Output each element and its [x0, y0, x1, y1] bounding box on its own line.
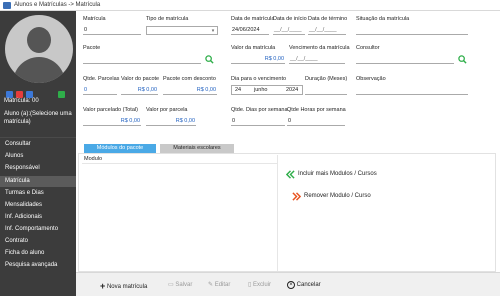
valor-parcela-label: Valor por parcela	[146, 107, 188, 113]
new-matricula-label: Nova matrícula	[106, 284, 148, 290]
pacote-desconto-label: Pacote com desconto	[163, 76, 216, 82]
refresh-icon[interactable]	[58, 91, 65, 98]
sidebar-item-alunos[interactable]: Alunos	[0, 151, 76, 162]
include-modules-button[interactable]: Incluir mais Modulos / Cursos	[298, 171, 377, 177]
pencil-icon: ✎	[208, 282, 214, 288]
double-chevron-left-icon[interactable]	[286, 170, 295, 179]
search-icon[interactable]	[205, 55, 214, 64]
dia-vencimento-picker[interactable]: 24 junho 2024	[231, 85, 303, 95]
sidebar-item-pesquisa[interactable]: Pesquisa avançada	[0, 260, 76, 271]
valor-parcelado-label: Valor parcelado (Total)	[83, 107, 138, 113]
avatar-body	[13, 57, 65, 83]
pacote-label: Pacote	[83, 45, 101, 51]
avatar[interactable]	[5, 15, 73, 83]
vencimento-month: junho	[254, 87, 268, 93]
app-icon	[3, 2, 11, 9]
valor-matricula-label: Valor da matrícula	[231, 45, 276, 51]
consultor-label: Consultor	[356, 45, 380, 51]
situacao-field[interactable]	[356, 26, 468, 35]
qtde-dias-field[interactable]: 0	[231, 117, 285, 126]
modules-list[interactable]: Modulo	[82, 155, 278, 271]
valor-parcelado-field[interactable]: R$ 0,00	[83, 117, 141, 126]
data-inicio-field[interactable]: __/__/____	[273, 26, 305, 35]
modulo-column-header: Modulo	[84, 156, 103, 162]
sidebar-item-inf-adicionais[interactable]: Inf. Adicionais	[0, 212, 76, 223]
duracao-label: Duração (Meses)	[305, 76, 348, 82]
edit-label: Editar	[214, 282, 231, 288]
duracao-field[interactable]	[305, 86, 347, 95]
valor-parcela-field[interactable]: R$ 0,00	[146, 117, 196, 126]
cancel-icon: ×	[287, 281, 295, 289]
tipo-select[interactable]: ▾	[146, 26, 218, 35]
sidebar-item-consultar[interactable]: Consultar	[0, 139, 76, 150]
vencimento-year: 2024	[286, 87, 299, 93]
data-matricula-label: Data de matrícula	[231, 16, 275, 22]
dia-vencimento-label: Dia para o vencimento	[231, 76, 287, 82]
nav-divider	[0, 137, 76, 138]
title-bar: Alunos e Matrículas -> Matrícula	[0, 0, 500, 11]
save-label: Salvar	[175, 282, 193, 288]
situacao-label: Situação da matrícula	[356, 16, 410, 22]
chevron-down-icon: ▾	[211, 28, 215, 34]
trash-icon: ▯	[248, 282, 252, 288]
sidebar-item-turmas[interactable]: Turmas e Dias	[0, 188, 76, 199]
matricula-field[interactable]: 0	[83, 26, 141, 35]
window-title: Alunos e Matrículas -> Matrícula	[14, 2, 101, 8]
camera-icon[interactable]	[6, 91, 13, 98]
consultor-field[interactable]	[356, 55, 454, 64]
data-inicio-label: Data de início	[273, 16, 307, 22]
delete-photo-icon[interactable]	[16, 91, 23, 98]
matricula-number: Matrícula: 00	[4, 98, 39, 104]
matricula-label: Matrícula	[83, 16, 106, 22]
new-matricula-button[interactable]: + Nova matrícula	[100, 280, 148, 291]
tab-modulos[interactable]: Módulos do pacote	[84, 144, 156, 153]
upload-photo-icon[interactable]	[26, 91, 33, 98]
qtde-horas-label: Qtde Horas por semana	[287, 107, 346, 113]
valor-matricula-field[interactable]: R$ 0,00	[231, 55, 285, 64]
remove-module-button[interactable]: Remover Modulo / Curso	[304, 193, 371, 199]
sidebar-item-matricula[interactable]: Matrícula	[0, 176, 76, 187]
sidebar-item-ficha[interactable]: Ficha do aluno	[0, 248, 76, 259]
vencimento-matricula-field[interactable]: __/__/____	[289, 55, 345, 64]
sidebar: Matrícula: 00 Aluno (a):(Selecione uma m…	[0, 11, 76, 296]
cancel-label: Cancelar	[296, 282, 321, 288]
search-icon[interactable]	[458, 55, 467, 64]
qtde-parcelas-label: Qtde. Parcelas	[83, 76, 120, 82]
data-matricula-field[interactable]: 24/06/2024	[231, 26, 269, 35]
tipo-label: Tipo de matrícula	[146, 16, 189, 22]
observacao-label: Observação	[356, 76, 386, 82]
observacao-field[interactable]	[356, 86, 468, 95]
pacote-desconto-field[interactable]: R$ 0,00	[163, 86, 217, 95]
save-icon: ▭	[168, 282, 174, 288]
sidebar-item-responsavel[interactable]: Responsável	[0, 163, 76, 174]
delete-label: Excluir	[252, 282, 271, 288]
bottom-toolbar: + Nova matrícula ▭ Salvar ✎ Editar ▯ Exc…	[76, 272, 500, 296]
delete-button[interactable]: ▯ Excluir	[248, 280, 271, 290]
edit-button[interactable]: ✎ Editar	[208, 280, 230, 290]
data-termino-label: Data de término	[308, 16, 348, 22]
vencimento-matricula-label: Vencimento da matrícula	[289, 45, 350, 51]
tab-materiais[interactable]: Materiais escolares	[160, 144, 234, 153]
header-divider	[82, 163, 277, 164]
vencimento-day: 24	[235, 87, 242, 93]
data-termino-field[interactable]: __/__/____	[308, 26, 346, 35]
valor-pacote-field[interactable]: R$ 0,00	[121, 86, 158, 95]
cancel-button[interactable]: × Cancelar	[287, 280, 321, 290]
save-button[interactable]: ▭ Salvar	[168, 280, 192, 290]
sidebar-item-inf-comportamento[interactable]: Inf. Comportamento	[0, 224, 76, 235]
pacote-field[interactable]	[83, 55, 201, 64]
qtde-parcelas-field[interactable]: 0	[83, 86, 117, 95]
double-chevron-right-icon[interactable]	[292, 192, 301, 201]
sidebar-item-contrato[interactable]: Contrato	[0, 236, 76, 247]
qtde-horas-field[interactable]: 0	[287, 117, 345, 126]
avatar-head	[27, 27, 51, 53]
aluno-selected: Aluno (a):(Selecione uma matrícula)	[4, 111, 72, 125]
sidebar-item-mensalidades[interactable]: Mensalidades	[0, 200, 76, 211]
plus-icon: +	[100, 281, 106, 291]
valor-pacote-label: Valor do pacote	[121, 76, 160, 82]
qtde-dias-label: Qtde. Dias por semana	[231, 107, 288, 113]
